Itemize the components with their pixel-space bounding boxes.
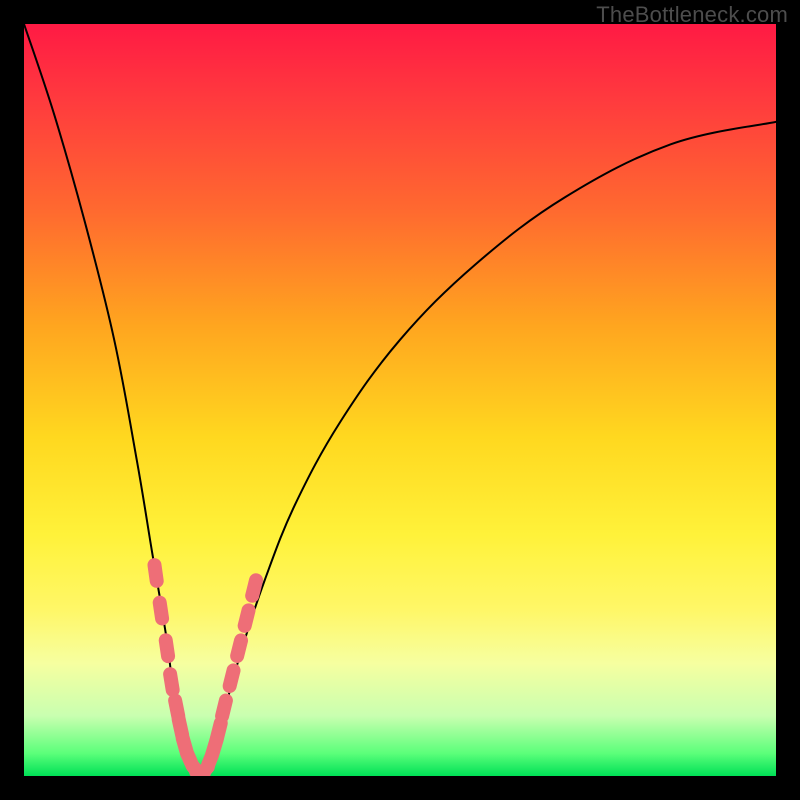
watermark-text: TheBottleneck.com [596,2,788,28]
marker-pill [162,666,181,698]
bottleneck-curve [24,24,776,776]
chart-frame [24,24,776,776]
bottleneck-chart [24,24,776,776]
marker-pill [229,632,250,664]
marker-pill [152,595,170,627]
marker-pill [214,692,235,724]
marker-pill [221,662,242,694]
marker-layer [147,557,265,776]
marker-pill [158,632,176,664]
marker-pill [236,602,257,634]
marker-pill [147,557,165,589]
